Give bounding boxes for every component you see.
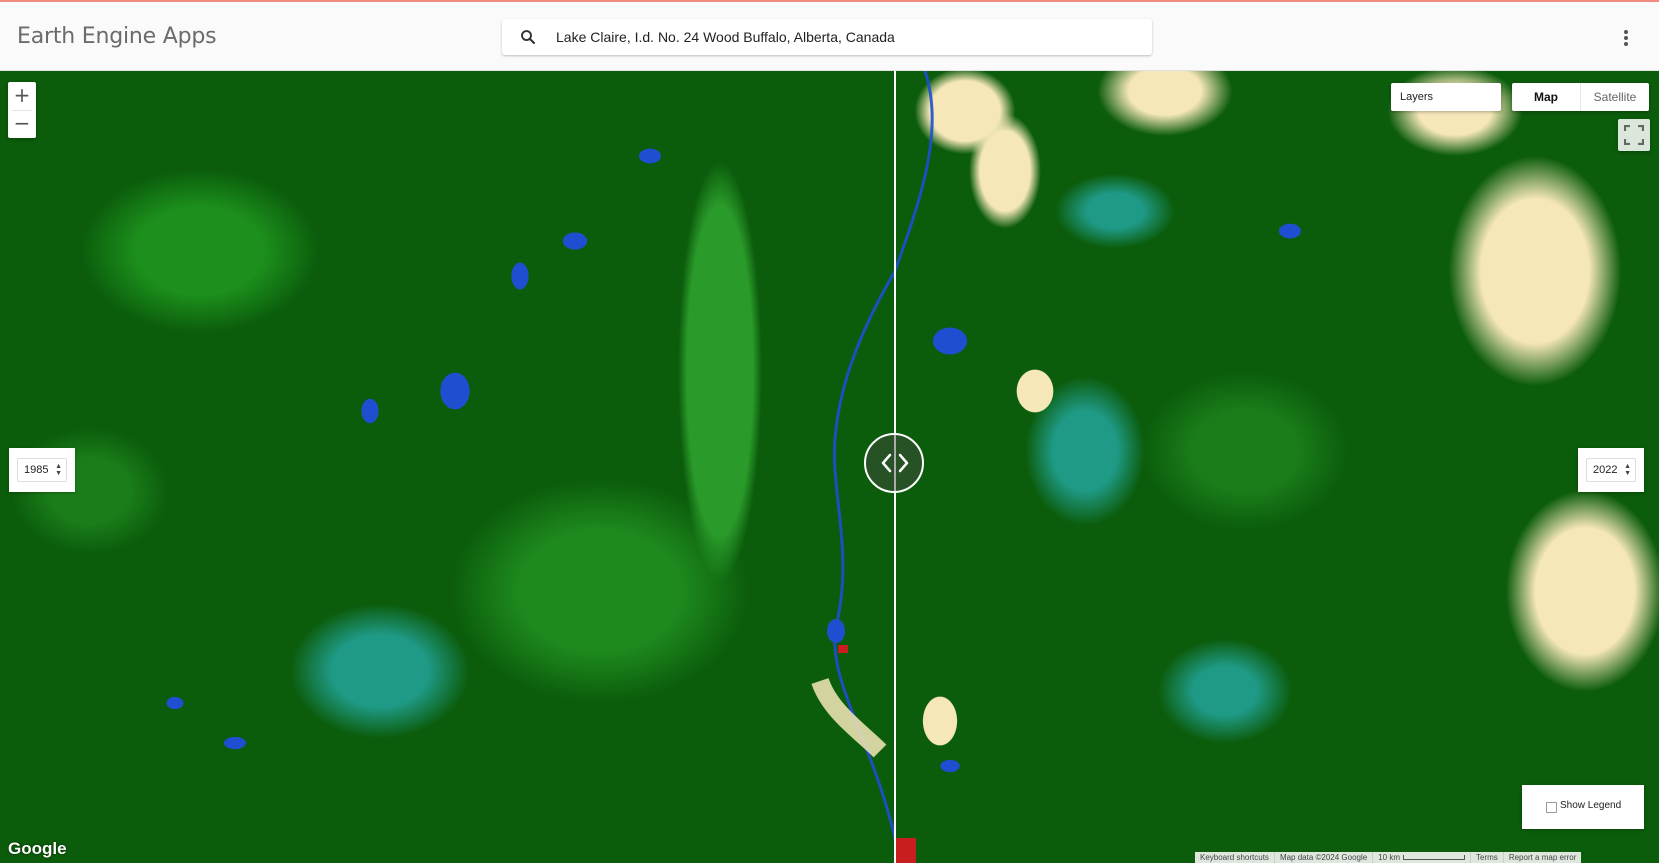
zoom-control: + − xyxy=(8,82,36,138)
scale-bar xyxy=(1403,855,1466,861)
fullscreen-icon xyxy=(1624,125,1644,145)
zoom-in-button[interactable]: + xyxy=(8,82,36,110)
map-type-satellite-button[interactable]: Satellite xyxy=(1580,83,1649,111)
google-logo: Google xyxy=(8,839,67,858)
zoom-separator xyxy=(12,110,32,111)
layers-dropdown[interactable]: Layers xyxy=(1391,83,1501,111)
left-year-value: 1985 xyxy=(24,464,49,476)
search-icon[interactable] xyxy=(519,28,537,46)
show-legend-label[interactable]: Show Legend xyxy=(1560,800,1621,811)
report-error-link[interactable]: Report a map error xyxy=(1504,852,1582,863)
app-title: Earth Engine Apps xyxy=(17,24,217,49)
fullscreen-button[interactable] xyxy=(1618,119,1650,151)
scale-indicator[interactable]: 10 km xyxy=(1373,852,1472,863)
right-year-panel: 2022 ▲ ▼ xyxy=(1578,448,1644,492)
map-type-map-button[interactable]: Map xyxy=(1512,83,1580,111)
search-box[interactable] xyxy=(502,19,1152,55)
search-input[interactable] xyxy=(556,19,1136,55)
terms-link[interactable]: Terms xyxy=(1471,852,1504,863)
river xyxy=(811,71,934,863)
spinner-arrows-icon: ▲ ▼ xyxy=(55,463,62,477)
left-year-panel: 1985 ▲ ▼ xyxy=(9,448,75,492)
map-data-text: Map data ©2024 Google xyxy=(1275,852,1374,863)
more-vert-icon[interactable] xyxy=(1618,26,1634,50)
show-legend-checkbox[interactable] xyxy=(1546,802,1557,813)
swipe-arrows-icon xyxy=(881,453,909,473)
swipe-handle[interactable] xyxy=(864,433,924,493)
scale-label: 10 km xyxy=(1378,853,1401,862)
map-canvas[interactable]: + − Layers Map Satellite 1985 ▲ ▼ 2022 ▲ ▼… xyxy=(0,71,1659,863)
zoom-out-button[interactable]: − xyxy=(8,110,36,138)
keyboard-shortcuts-link[interactable]: Keyboard shortcuts xyxy=(1195,852,1275,863)
legend-panel: Show Legend xyxy=(1522,785,1644,829)
right-year-select[interactable]: 2022 ▲ ▼ xyxy=(1586,458,1636,482)
left-year-select[interactable]: 1985 ▲ ▼ xyxy=(17,458,67,482)
right-year-value: 2022 xyxy=(1593,464,1618,476)
app-header: Earth Engine Apps xyxy=(0,0,1659,71)
spinner-arrows-icon: ▲ ▼ xyxy=(1624,463,1631,477)
map-type-control: Map Satellite xyxy=(1512,83,1649,111)
map-attribution: Keyboard shortcuts Map data ©2024 Google… xyxy=(1195,852,1582,863)
